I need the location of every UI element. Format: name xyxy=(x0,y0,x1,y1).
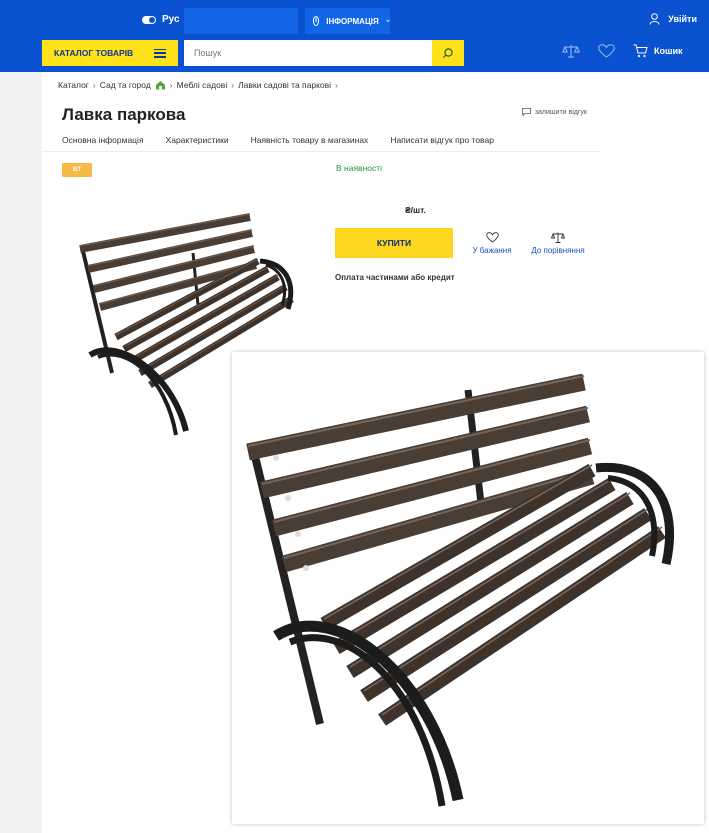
wishlist-label: У бажання xyxy=(472,246,512,255)
cart-label: Кошик xyxy=(654,46,683,56)
search-placeholder: Пошук xyxy=(194,48,222,58)
price-unit: ₴/шт. xyxy=(405,205,426,215)
tab-write-review[interactable]: Написати відгук про товар xyxy=(390,135,494,145)
breadcrumb: Каталог › Сад та город › Меблі садові › … xyxy=(58,80,338,90)
leave-review-link[interactable]: залишити відгук xyxy=(521,108,587,116)
language-switch[interactable]: Рус xyxy=(142,14,180,25)
availability-status: В наявності xyxy=(336,163,383,173)
credit-info[interactable]: Оплата частинами або кредит xyxy=(335,273,455,282)
tab-main-info[interactable]: Основна інформація xyxy=(62,135,144,145)
header-actions: Кошик xyxy=(562,44,683,58)
compare-label: До порівняння xyxy=(531,246,585,255)
cart-button[interactable]: Кошик xyxy=(633,44,683,58)
breadcrumb-item[interactable]: Сад та город xyxy=(100,80,151,90)
scales-icon xyxy=(551,232,565,243)
login-label: Увійти xyxy=(668,14,697,24)
home-icon xyxy=(155,81,165,90)
search-input[interactable]: Пошук xyxy=(184,40,432,66)
breadcrumb-item[interactable]: Меблі садові xyxy=(177,80,228,90)
breadcrumb-separator: › xyxy=(169,80,173,90)
search-icon xyxy=(443,48,453,58)
left-gutter xyxy=(0,72,42,833)
login-button[interactable]: Увійти xyxy=(649,13,697,25)
top-promo-slot xyxy=(184,8,298,34)
add-to-compare-button[interactable]: До порівняння xyxy=(527,232,589,255)
info-icon: i xyxy=(313,16,320,26)
info-menu-button[interactable]: i ІНФОРМАЦІЯ xyxy=(305,8,390,34)
breadcrumb-separator: › xyxy=(335,80,338,90)
info-label: ІНФОРМАЦІЯ xyxy=(326,16,379,26)
zoomed-product-image xyxy=(246,373,675,807)
catalog-label: КАТАЛОГ ТОВАРІВ xyxy=(54,48,134,58)
scales-icon[interactable] xyxy=(562,44,580,58)
page-title: Лавка паркова xyxy=(62,105,186,124)
user-icon xyxy=(649,13,660,25)
tab-characteristics[interactable]: Характеристики xyxy=(166,135,229,145)
review-link-label: залишити відгук xyxy=(534,108,587,116)
zoom-preview xyxy=(232,352,704,824)
toggle-icon xyxy=(142,15,156,24)
brand-badge: BT xyxy=(62,163,92,177)
header: Рус i ІНФОРМАЦІЯ Увійти КАТАЛОГ ТОВАРІВ … xyxy=(0,0,709,72)
language-label: Рус xyxy=(162,14,180,25)
heart-icon[interactable] xyxy=(598,44,615,58)
buy-button[interactable]: КУПИТИ xyxy=(335,228,453,258)
breadcrumb-item[interactable]: Каталог xyxy=(58,80,89,90)
heart-icon xyxy=(485,232,499,243)
chevron-down-icon xyxy=(386,19,390,23)
breadcrumb-item[interactable]: Лавки садові та паркові xyxy=(238,80,331,90)
cart-icon xyxy=(633,44,648,58)
product-tabs: Основна інформація Характеристики Наявні… xyxy=(42,128,599,152)
tab-store-availability[interactable]: Наявність товару в магазинах xyxy=(251,135,369,145)
breadcrumb-separator: › xyxy=(92,80,96,90)
search-button[interactable] xyxy=(432,40,464,66)
add-to-wishlist-button[interactable]: У бажання xyxy=(468,232,516,255)
breadcrumb-separator: › xyxy=(231,80,235,90)
comment-icon xyxy=(521,108,531,116)
catalog-button[interactable]: КАТАЛОГ ТОВАРІВ xyxy=(42,40,178,66)
menu-icon xyxy=(154,48,166,58)
